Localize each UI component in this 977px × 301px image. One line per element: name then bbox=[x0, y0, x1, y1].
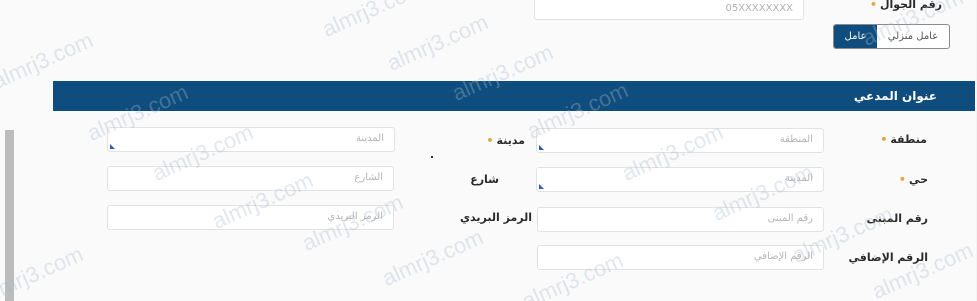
city-label-text: مدينة bbox=[497, 134, 526, 147]
additional-input[interactable]: الرقم الإضافي bbox=[538, 245, 825, 270]
additional-label: الرقم الإضافي bbox=[849, 251, 929, 264]
district-select[interactable]: المدينة bbox=[537, 167, 825, 192]
street-input[interactable]: الشارع bbox=[108, 166, 395, 191]
toggle-domestic-worker[interactable]: عامل منزلي bbox=[878, 25, 950, 48]
watermark: almrj3.com bbox=[379, 224, 488, 291]
watermark: almrj3.com bbox=[319, 0, 428, 42]
city-label: مدينة• bbox=[488, 134, 527, 147]
mobile-label: رقم الجوال• bbox=[871, 0, 943, 11]
district-label-text: حي bbox=[909, 173, 929, 186]
required-marker: • bbox=[487, 134, 495, 147]
region-label-text: منطقة bbox=[891, 133, 928, 146]
worker-type-toggle[interactable]: عامل عامل منزلي bbox=[834, 24, 951, 49]
region-label: منطقة• bbox=[881, 133, 928, 146]
postal-label: الرمز البريدي bbox=[460, 211, 533, 224]
district-label: حي• bbox=[900, 173, 929, 186]
toggle-worker[interactable]: عامل bbox=[835, 25, 878, 48]
mobile-input[interactable]: 05XXXXXXXX bbox=[535, 0, 805, 20]
postal-input[interactable]: الرمز البريدي bbox=[108, 205, 395, 230]
watermark: almrj3.com bbox=[869, 237, 977, 301]
street-label: شارع bbox=[471, 173, 500, 186]
required-marker: • bbox=[881, 133, 889, 146]
form-frame: 05XXXXXXXX رقم الجوال• عامل عامل منزلي ع… bbox=[0, 0, 977, 301]
city-select[interactable]: المدينة bbox=[108, 127, 396, 152]
mobile-label-text: رقم الجوال bbox=[880, 0, 943, 11]
section-header: عنوان المدعي bbox=[54, 81, 976, 111]
required-marker: • bbox=[870, 0, 878, 11]
scrollbar[interactable] bbox=[6, 130, 15, 301]
building-input[interactable]: رقم المبنى bbox=[538, 207, 825, 232]
section-title: عنوان المدعي bbox=[854, 89, 938, 103]
building-label: رقم المبنى bbox=[867, 212, 929, 225]
watermark: almrj3.com bbox=[384, 9, 493, 76]
required-marker: • bbox=[899, 173, 907, 186]
stray-dot bbox=[432, 156, 434, 158]
region-select[interactable]: المنطقة bbox=[537, 128, 825, 153]
